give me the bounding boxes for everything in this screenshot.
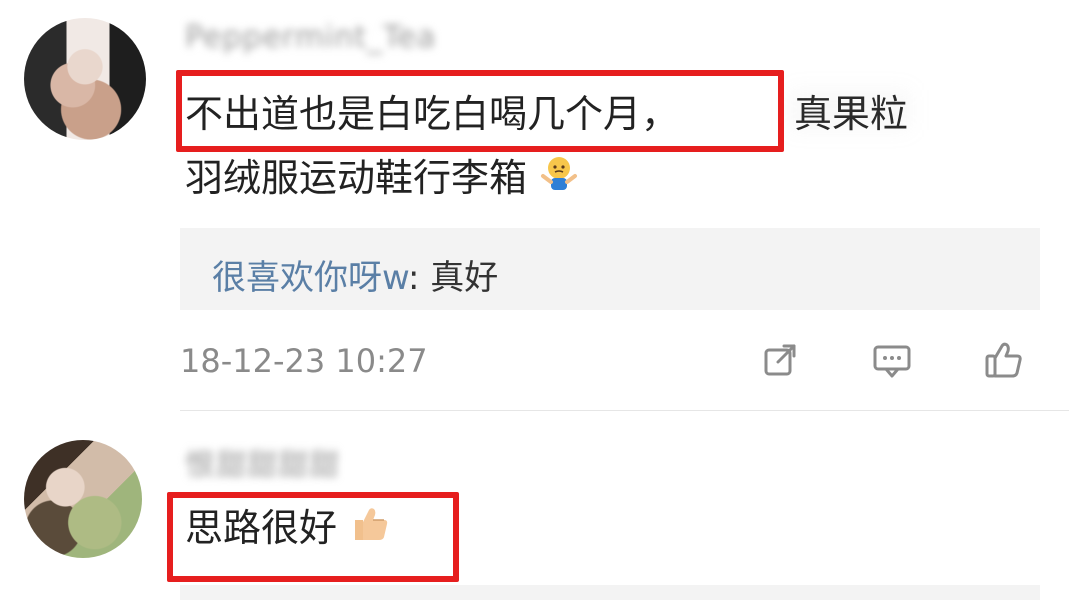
next-reply-box-edge	[180, 585, 1040, 600]
timestamp: 18-12-23 10:27	[180, 342, 428, 380]
comment-button[interactable]	[868, 338, 916, 386]
avatar[interactable]	[24, 18, 146, 140]
comment-icon	[870, 340, 914, 384]
reply-content: : 真好	[407, 258, 499, 298]
comment-text-line2: 羽绒服运动鞋行李箱	[185, 156, 528, 200]
comment-content: 思路很好	[185, 496, 1045, 563]
comment-item: 恨甜甜甜甜 思路很好	[0, 410, 1069, 600]
reply-username[interactable]: 很喜欢你呀w	[212, 258, 408, 298]
username[interactable]: 恨甜甜甜甜	[185, 440, 340, 484]
comment-text: 思路很好	[185, 506, 338, 550]
comment-content: 不出道也是白吃白喝几个月， 真果粒 羽绒服运动鞋行李箱	[185, 82, 1045, 213]
like-button[interactable]	[980, 338, 1028, 386]
thumb-up-icon	[982, 338, 1026, 386]
share-icon	[760, 340, 800, 384]
avatar[interactable]	[24, 440, 142, 558]
share-button[interactable]	[756, 338, 804, 386]
reply-box[interactable]: 很喜欢你呀w: 真好	[180, 228, 1040, 310]
comment-meta: 18-12-23 10:27	[180, 338, 1040, 388]
reply-text: 很喜欢你呀w: 真好	[212, 250, 498, 299]
comment-item: Peppermint_Tea 不出道也是白吃白喝几个月， 真果粒 羽绒服运动鞋行李…	[0, 0, 1069, 410]
thumbs-up-emoji-icon	[349, 499, 391, 563]
shrug-emoji-icon	[539, 149, 579, 213]
blurred-area	[790, 90, 910, 130]
username[interactable]: Peppermint_Tea	[185, 20, 436, 55]
comment-text-highlight: 不出道也是白吃白喝几个月，	[185, 92, 680, 136]
